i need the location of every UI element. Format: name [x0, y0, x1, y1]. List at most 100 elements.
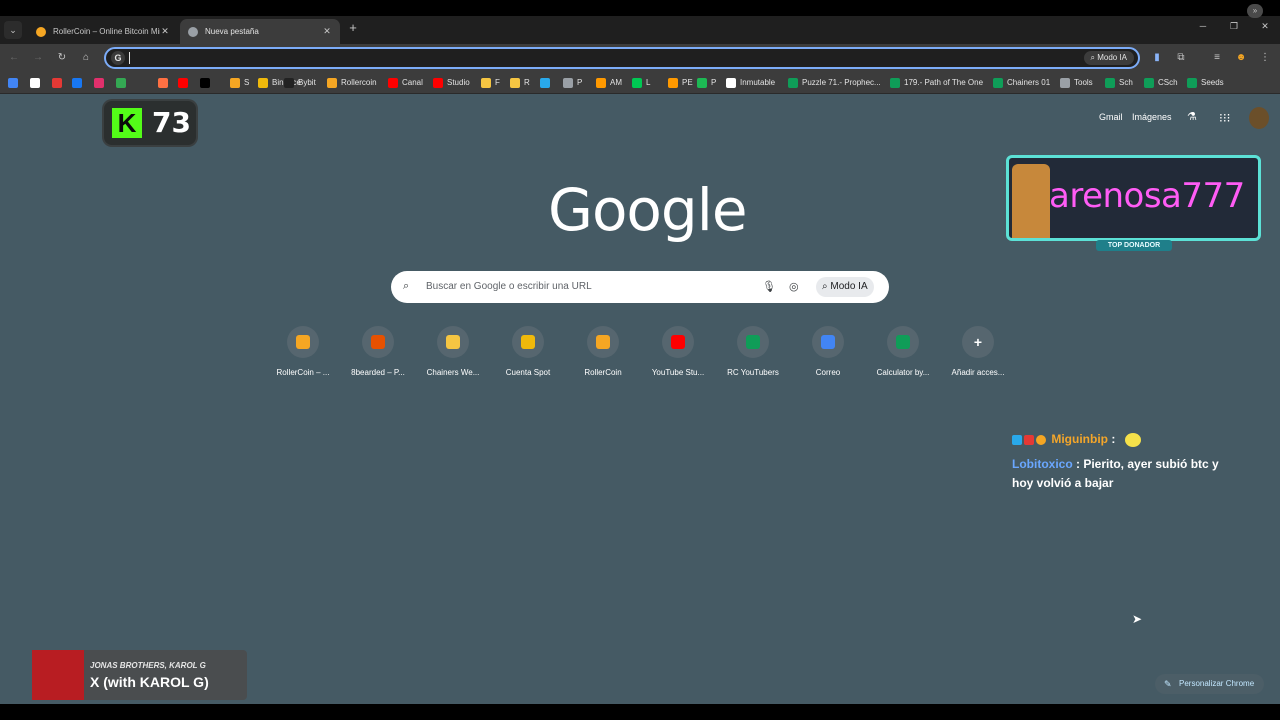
- bookmark-favicon-icon: [540, 78, 550, 88]
- images-link[interactable]: Imágenes: [1132, 112, 1172, 122]
- shortcut-tile[interactable]: RC YouTubers: [714, 326, 792, 377]
- bookmark-item[interactable]: CSch: [1144, 77, 1178, 89]
- bookmark-label: Bybit: [298, 78, 316, 87]
- shortcut-tile[interactable]: RollerCoin – ...: [264, 326, 342, 377]
- bookmark-item[interactable]: [200, 77, 214, 89]
- rollercoin-icon: [36, 26, 46, 37]
- media-control-icon[interactable]: ≡: [1210, 51, 1224, 65]
- bookmark-label: P: [577, 78, 583, 87]
- album-art: [32, 650, 84, 700]
- tab-title: RollerCoin – Online Bitcoin Mining: [53, 27, 160, 36]
- shortcut-tile[interactable]: + Añadir acces...: [939, 326, 1017, 377]
- shortcut-tile[interactable]: RollerCoin: [564, 326, 642, 377]
- bookmark-label: AM: [610, 78, 622, 87]
- bookmark-item[interactable]: Tools: [1060, 77, 1093, 89]
- bookmark-item[interactable]: AM: [596, 77, 622, 89]
- donor-name: arenosa777: [1049, 176, 1245, 216]
- bookmark-item[interactable]: Seeds: [1187, 77, 1224, 89]
- tab-search-button[interactable]: ⌄: [4, 21, 22, 39]
- bookmark-item[interactable]: Studio: [433, 77, 470, 89]
- badge-icon: [1012, 434, 1022, 445]
- shortcut-tile[interactable]: Chainers We...: [414, 326, 492, 377]
- bookmark-item[interactable]: [52, 77, 66, 89]
- address-bar[interactable]: G ⌕ Modo IA: [104, 47, 1140, 69]
- omnibox-ai-mode-button[interactable]: ⌕ Modo IA: [1083, 51, 1134, 65]
- tab-strip: ⌄ RollerCoin – Online Bitcoin Mining ✕ N…: [0, 16, 1280, 44]
- bookmark-item[interactable]: Canal: [388, 77, 423, 89]
- bookmark-item[interactable]: Sch: [1105, 77, 1133, 89]
- bookmark-item[interactable]: Puzzle 71.- Prophec...: [788, 77, 881, 89]
- chat-username: Miguinbip: [1051, 432, 1108, 446]
- bookmark-item[interactable]: Bybit: [284, 77, 316, 89]
- shortcut-icon-circle: [287, 326, 319, 358]
- shortcut-tile[interactable]: Cuenta Spot: [489, 326, 567, 377]
- bookmark-item[interactable]: 179.- Path of The One: [890, 77, 983, 89]
- badge-icon: [1036, 434, 1046, 445]
- menu-kebab-icon[interactable]: ⋮: [1258, 51, 1272, 65]
- mail-icon: [821, 335, 835, 349]
- shortcut-tile[interactable]: YouTube Stu...: [639, 326, 717, 377]
- ai-mode-button[interactable]: ⌕ Modo IA: [816, 277, 874, 297]
- pencil-icon: ✎: [1164, 679, 1172, 689]
- search-box[interactable]: ⌕ Buscar en Google o escribir una URL 🎙 …: [391, 271, 889, 303]
- bookmark-favicon-icon: [510, 78, 520, 88]
- bookmark-favicon-icon: [178, 78, 188, 88]
- google-lens-icon[interactable]: ◎: [789, 280, 799, 293]
- profile-avatar-icon[interactable]: ☻: [1234, 51, 1248, 65]
- bookmark-item[interactable]: [178, 77, 192, 89]
- microphone-icon[interactable]: 🎙: [762, 280, 776, 293]
- account-avatar[interactable]: [1249, 107, 1269, 129]
- shortcut-tile[interactable]: Calculator by...: [864, 326, 942, 377]
- shortcut-tile[interactable]: Correo: [789, 326, 867, 377]
- new-tab-button[interactable]: +: [346, 20, 360, 35]
- customize-chrome-button[interactable]: ✎ Personalizar Chrome: [1155, 674, 1265, 694]
- bookmark-item[interactable]: F: [481, 77, 500, 89]
- bookmark-item[interactable]: S: [230, 77, 249, 89]
- tab-new-tab[interactable]: Nueva pestaña ✕: [180, 19, 340, 44]
- bookmark-item[interactable]: Rollercoin: [327, 77, 377, 89]
- bookmark-item[interactable]: Chainers 01: [993, 77, 1050, 89]
- labs-flask-icon[interactable]: ⚗: [1187, 110, 1199, 124]
- gmail-link[interactable]: Gmail: [1099, 112, 1123, 122]
- extension-icon[interactable]: ▮: [1150, 51, 1164, 65]
- bookmark-item[interactable]: [72, 77, 86, 89]
- bookmark-favicon-icon: [1187, 78, 1197, 88]
- close-tab-icon[interactable]: ✕: [322, 26, 332, 37]
- shortcut-label: RollerCoin: [584, 368, 622, 377]
- bookmark-label: Rollercoin: [341, 78, 377, 87]
- bookmark-item[interactable]: P: [563, 77, 582, 89]
- shortcut-label: YouTube Stu...: [651, 368, 705, 377]
- back-icon[interactable]: ←: [6, 50, 22, 66]
- music-title: X (with KAROL G): [90, 674, 209, 690]
- minimize-button[interactable]: ─: [1196, 21, 1210, 31]
- shortcut-label: 8bearded – P...: [351, 368, 405, 377]
- plus-icon: +: [973, 334, 983, 350]
- bookmark-item[interactable]: [30, 77, 44, 89]
- tab-rollercoin[interactable]: RollerCoin – Online Bitcoin Mining ✕: [28, 19, 178, 44]
- home-icon[interactable]: ⌂: [78, 50, 94, 66]
- bookmark-favicon-icon: [8, 78, 18, 88]
- bookmark-item[interactable]: PE: [668, 77, 693, 89]
- more-bookmarks-icon[interactable]: »: [1247, 4, 1263, 18]
- restore-button[interactable]: ❐: [1227, 21, 1241, 32]
- bookmark-item[interactable]: R: [510, 77, 530, 89]
- reload-icon[interactable]: ↻: [54, 50, 70, 66]
- bookmark-item[interactable]: [116, 77, 130, 89]
- google-apps-icon[interactable]: ⁝⁝⁝: [1219, 112, 1231, 124]
- tab-title: Nueva pestaña: [205, 27, 259, 36]
- bookmark-favicon-icon: [52, 78, 62, 88]
- bookmark-item[interactable]: [8, 77, 22, 89]
- bookmark-item[interactable]: L: [632, 77, 650, 89]
- bookmark-favicon-icon: [726, 78, 736, 88]
- close-tab-icon[interactable]: ✕: [160, 26, 170, 37]
- extensions-puzzle-icon[interactable]: ⧉: [1174, 51, 1188, 65]
- badge-icon: [1024, 434, 1034, 445]
- bookmark-item[interactable]: [158, 77, 172, 89]
- shortcut-tile[interactable]: 8bearded – P...: [339, 326, 417, 377]
- forward-icon[interactable]: →: [30, 50, 46, 66]
- bookmark-item[interactable]: [540, 77, 554, 89]
- bookmark-item[interactable]: Inmutable: [726, 77, 775, 89]
- bookmark-item[interactable]: P: [697, 77, 716, 89]
- bookmark-item[interactable]: [94, 77, 108, 89]
- close-window-button[interactable]: ✕: [1258, 21, 1272, 32]
